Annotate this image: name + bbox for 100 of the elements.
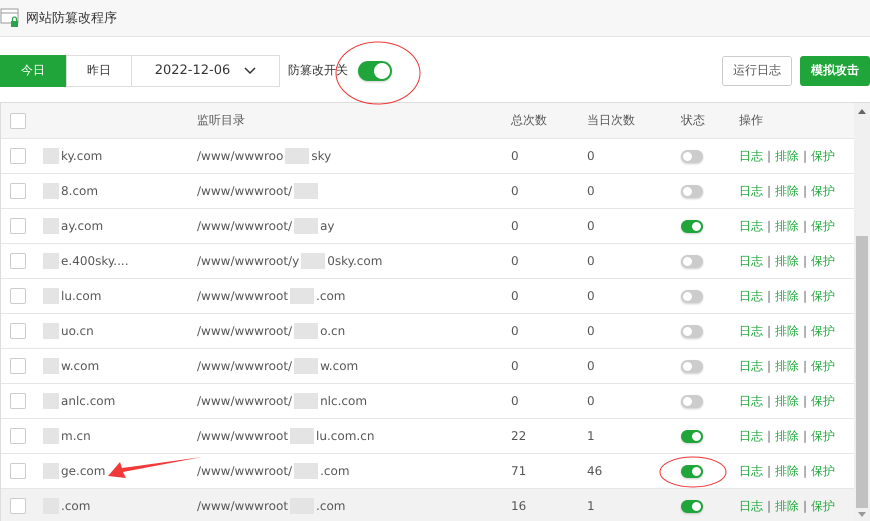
status-switch[interactable] — [681, 220, 703, 232]
column-header: 总次数 — [511, 112, 547, 129]
action-link[interactable]: 排除 — [775, 498, 800, 514]
status-switch[interactable] — [681, 184, 703, 198]
checkbox[interactable] — [10, 112, 26, 128]
protection-switch[interactable] — [358, 60, 392, 80]
action-link[interactable]: 日志 — [739, 392, 763, 410]
checkbox[interactable] — [10, 498, 26, 514]
action-link[interactable]: 日志 — [739, 288, 763, 304]
action-link[interactable]: 保护 — [811, 182, 836, 200]
checkbox[interactable] — [10, 253, 26, 269]
action-link[interactable]: 日志 — [739, 218, 763, 234]
table-cell: 1 — [587, 499, 595, 513]
directory-path: sky — [311, 149, 332, 163]
table-row[interactable]: anlc.com /www/wwwroot/ nlc.com 0 0 日志 | 排除 | 保护 — [1, 384, 854, 419]
status-switch[interactable] — [681, 360, 703, 372]
table-row[interactable]: m.cn /www/wwwroot lu.com.cn 22 1 日志 | 排除 | 保护 — [1, 419, 854, 454]
checkbox[interactable] — [10, 323, 26, 339]
table-row[interactable]: lu.com /www/wwwroot .com 0 0 日志 | 排除 | 保护 — [1, 279, 854, 314]
action-link[interactable]: 排除 — [775, 182, 800, 200]
directory-path: /www/wwwroot/ — [197, 184, 292, 198]
action-link[interactable]: 日志 — [739, 462, 763, 480]
action-link[interactable]: 排除 — [775, 392, 800, 410]
action-link[interactable]: 保护 — [811, 392, 836, 410]
action-link[interactable]: 日志 — [739, 182, 763, 200]
separator: | — [803, 464, 808, 478]
checkbox[interactable] — [10, 148, 26, 164]
action-link[interactable]: 保护 — [811, 462, 836, 480]
action-link[interactable]: 保护 — [811, 428, 836, 444]
directory-path: .com — [316, 289, 346, 303]
action-link[interactable]: 排除 — [775, 148, 800, 164]
status-switch[interactable] — [681, 290, 703, 302]
table-row[interactable]: ky.com /www/wwwroo sky 0 0 日志 | 排除 | 保护 — [1, 139, 854, 174]
action-link[interactable]: 排除 — [775, 322, 800, 340]
annotation-circle — [659, 456, 727, 488]
action-link[interactable]: 日志 — [739, 322, 763, 340]
checkbox[interactable] — [10, 218, 26, 234]
redaction-blur — [43, 218, 59, 234]
table-row[interactable]: e.400sky.... /www/wwwroot/y 0sky.com 0 0 日志 | 排除 | 保护 — [1, 244, 854, 279]
action-link[interactable]: 日志 — [739, 252, 763, 270]
checkbox[interactable] — [10, 463, 26, 479]
action-link[interactable]: 保护 — [811, 218, 836, 234]
status-switch[interactable] — [681, 324, 703, 338]
checkbox[interactable] — [10, 183, 26, 199]
separator: | — [803, 359, 808, 373]
action-link[interactable]: 日志 — [739, 498, 763, 514]
log-button[interactable]: 运行日志 — [722, 56, 792, 86]
status-switch[interactable] — [681, 430, 703, 442]
status-switch[interactable] — [681, 394, 703, 408]
table-cell: 0 — [511, 149, 519, 163]
action-link[interactable]: 排除 — [775, 288, 800, 304]
scroll-down-icon[interactable] — [858, 512, 866, 517]
scroll-up-icon[interactable] — [858, 109, 866, 114]
action-link[interactable]: 保护 — [811, 358, 836, 374]
table-row[interactable]: uo.cn /www/wwwroot/ o.cn 0 0 日志 | 排除 | 保护 — [1, 314, 854, 349]
status-switch[interactable] — [681, 150, 703, 162]
day-tab[interactable]: 昨日 — [66, 54, 132, 86]
separator: | — [767, 184, 772, 198]
action-link[interactable]: 日志 — [739, 358, 763, 374]
action-link[interactable]: 日志 — [739, 428, 763, 444]
checkbox[interactable] — [10, 393, 26, 409]
scrollbar[interactable] — [854, 103, 870, 521]
simulate-button[interactable]: 模拟攻击 — [800, 56, 870, 86]
checkbox[interactable] — [10, 358, 26, 374]
status-switch[interactable] — [681, 464, 703, 478]
date-picker[interactable]: 2022-12-06 — [132, 54, 280, 86]
table-cell: 0 — [587, 254, 595, 268]
action-link[interactable]: 保护 — [811, 148, 836, 164]
action-link[interactable]: 保护 — [811, 288, 836, 304]
status-switch[interactable] — [681, 254, 703, 268]
day-tab[interactable]: 今日 — [0, 54, 66, 86]
status-switch[interactable] — [681, 500, 703, 512]
column-header: 当日次数 — [587, 112, 635, 129]
redaction-blur — [43, 463, 59, 479]
table-cell: 0 — [587, 149, 595, 163]
action-link[interactable]: 日志 — [739, 148, 763, 164]
redaction-blur — [294, 183, 318, 199]
action-link[interactable]: 排除 — [775, 428, 800, 444]
table-cell: 0 — [587, 394, 595, 408]
action-link[interactable]: 保护 — [811, 498, 836, 514]
site-name: ge.com — [61, 464, 106, 478]
table-cell: 1 — [587, 429, 595, 443]
action-link[interactable]: 保护 — [811, 322, 836, 340]
action-link[interactable]: 排除 — [775, 462, 800, 480]
action-link[interactable]: 排除 — [775, 252, 800, 270]
separator: | — [767, 149, 772, 163]
action-link[interactable]: 排除 — [775, 358, 800, 374]
action-link[interactable]: 保护 — [811, 252, 836, 270]
table-cell: 0 — [511, 219, 519, 233]
column-header: 操作 — [739, 112, 763, 129]
action-link[interactable]: 排除 — [775, 218, 800, 234]
redaction-blur — [285, 148, 310, 164]
redaction-blur — [294, 323, 318, 339]
checkbox[interactable] — [10, 428, 26, 444]
directory-path: /www/wwwroot — [197, 289, 288, 303]
checkbox[interactable] — [10, 288, 26, 304]
table-row[interactable]: w.com /www/wwwroot/ w.com 0 0 日志 | 排除 | 保护 — [1, 349, 854, 384]
table-row[interactable]: 8.com /www/wwwroot/ 0 0 日志 | 排除 | 保护 — [1, 174, 854, 209]
table-row[interactable]: .com /www/wwwroot .com 16 1 日志 | 排除 | 保护 — [1, 489, 854, 521]
table-row[interactable]: ay.com /www/wwwroot/ ay 0 0 日志 | 排除 | 保护 — [1, 209, 854, 244]
